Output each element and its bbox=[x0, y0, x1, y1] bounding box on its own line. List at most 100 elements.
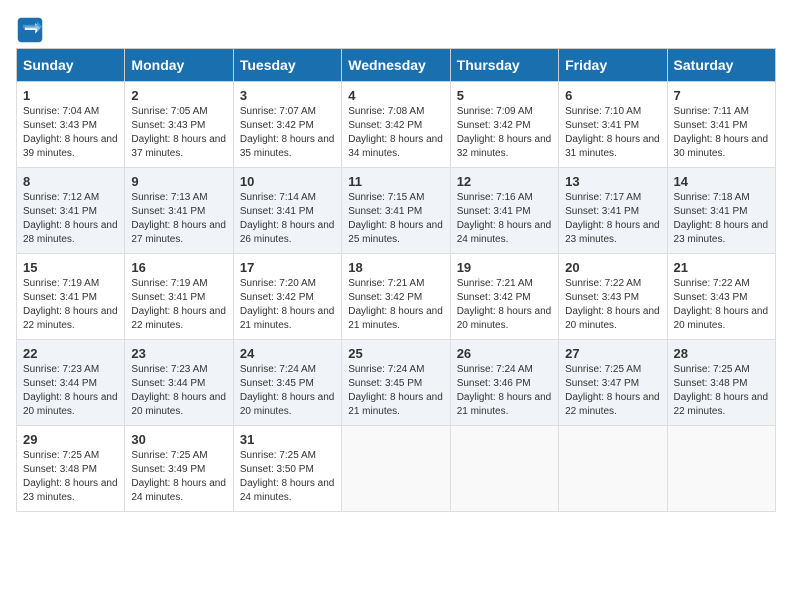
day-info: Sunrise: 7:25 AMSunset: 3:48 PMDaylight:… bbox=[674, 363, 769, 419]
day-number: 31 bbox=[240, 432, 335, 447]
calendar-cell: 21 Sunrise: 7:22 AMSunset: 3:43 PMDayligh… bbox=[667, 254, 775, 340]
day-info: Sunrise: 7:25 AMSunset: 3:47 PMDaylight:… bbox=[565, 363, 660, 419]
header-friday: Friday bbox=[559, 49, 667, 82]
day-number: 23 bbox=[131, 346, 226, 361]
header-wednesday: Wednesday bbox=[342, 49, 450, 82]
day-number: 16 bbox=[131, 260, 226, 275]
day-number: 20 bbox=[565, 260, 660, 275]
calendar-cell: 19Sunrise: 7:21 AMSunset: 3:42 PMDayligh… bbox=[450, 254, 558, 340]
day-info: Sunrise: 7:12 AMSunset: 3:41 PMDaylight:… bbox=[23, 191, 118, 247]
calendar-week-row: 1Sunrise: 7:04 AMSunset: 3:43 PMDaylight… bbox=[17, 82, 776, 168]
calendar-cell: 27 Sunrise: 7:25 AMSunset: 3:47 PMDayligh… bbox=[559, 340, 667, 426]
day-info: Sunrise: 7:14 AMSunset: 3:41 PMDaylight:… bbox=[240, 191, 335, 247]
day-info: Sunrise: 7:22 AMSunset: 3:43 PMDaylight:… bbox=[674, 277, 769, 333]
day-number: 29 bbox=[23, 432, 118, 447]
day-info: Sunrise: 7:21 AMSunset: 3:42 PMDaylight:… bbox=[457, 277, 552, 333]
calendar-cell bbox=[342, 426, 450, 512]
day-info: Sunrise: 7:11 AMSunset: 3:41 PMDaylight:… bbox=[674, 105, 769, 161]
day-info: Sunrise: 7:25 AMSunset: 3:48 PMDaylight:… bbox=[23, 449, 118, 505]
day-info: Sunrise: 7:17 AMSunset: 3:41 PMDaylight:… bbox=[565, 191, 660, 247]
day-number: 17 bbox=[240, 260, 335, 275]
day-info: Sunrise: 7:24 AMSunset: 3:45 PMDaylight:… bbox=[240, 363, 335, 419]
day-number: 22 bbox=[23, 346, 118, 361]
calendar-cell: 20 Sunrise: 7:22 AMSunset: 3:43 PMDayligh… bbox=[559, 254, 667, 340]
day-number: 5 bbox=[457, 88, 552, 103]
header-monday: Monday bbox=[125, 49, 233, 82]
calendar-cell: 24 Sunrise: 7:24 AMSunset: 3:45 PMDayligh… bbox=[233, 340, 341, 426]
calendar-table: SundayMondayTuesdayWednesdayThursdayFrid… bbox=[16, 48, 776, 512]
calendar-cell: 10 Sunrise: 7:14 AMSunset: 3:41 PMDayligh… bbox=[233, 168, 341, 254]
day-number: 24 bbox=[240, 346, 335, 361]
calendar-cell: 22 Sunrise: 7:23 AMSunset: 3:44 PMDayligh… bbox=[17, 340, 125, 426]
day-info: Sunrise: 7:18 AMSunset: 3:41 PMDaylight:… bbox=[674, 191, 769, 247]
header-thursday: Thursday bbox=[450, 49, 558, 82]
day-number: 14 bbox=[674, 174, 769, 189]
day-info: Sunrise: 7:23 AMSunset: 3:44 PMDaylight:… bbox=[131, 363, 226, 419]
calendar-cell bbox=[450, 426, 558, 512]
calendar-week-row: 8 Sunrise: 7:12 AMSunset: 3:41 PMDaylight… bbox=[17, 168, 776, 254]
day-number: 27 bbox=[565, 346, 660, 361]
day-info: Sunrise: 7:08 AMSunset: 3:42 PMDaylight:… bbox=[348, 105, 443, 161]
day-info: Sunrise: 7:05 AMSunset: 3:43 PMDaylight:… bbox=[131, 105, 226, 161]
day-info: Sunrise: 7:24 AMSunset: 3:45 PMDaylight:… bbox=[348, 363, 443, 419]
day-number: 18 bbox=[348, 260, 443, 275]
day-number: 11 bbox=[348, 174, 443, 189]
calendar-week-row: 29 Sunrise: 7:25 AMSunset: 3:48 PMDayligh… bbox=[17, 426, 776, 512]
day-info: Sunrise: 7:15 AMSunset: 3:41 PMDaylight:… bbox=[348, 191, 443, 247]
day-info: Sunrise: 7:20 AMSunset: 3:42 PMDaylight:… bbox=[240, 277, 335, 333]
calendar-cell: 18 Sunrise: 7:21 AMSunset: 3:42 PMDayligh… bbox=[342, 254, 450, 340]
calendar-cell bbox=[559, 426, 667, 512]
day-info: Sunrise: 7:21 AMSunset: 3:42 PMDaylight:… bbox=[348, 277, 443, 333]
calendar-cell: 12 Sunrise: 7:16 AMSunset: 3:41 PMDayligh… bbox=[450, 168, 558, 254]
day-number: 12 bbox=[457, 174, 552, 189]
day-number: 7 bbox=[674, 88, 769, 103]
day-info: Sunrise: 7:25 AMSunset: 3:50 PMDaylight:… bbox=[240, 449, 335, 505]
day-number: 6 bbox=[565, 88, 660, 103]
day-number: 30 bbox=[131, 432, 226, 447]
calendar-cell: 16 Sunrise: 7:19 AMSunset: 3:41 PMDayligh… bbox=[125, 254, 233, 340]
calendar-header-row: SundayMondayTuesdayWednesdayThursdayFrid… bbox=[17, 49, 776, 82]
calendar-week-row: 15 Sunrise: 7:19 AMSunset: 3:41 PMDayligh… bbox=[17, 254, 776, 340]
day-info: Sunrise: 7:19 AMSunset: 3:41 PMDaylight:… bbox=[23, 277, 118, 333]
day-info: Sunrise: 7:23 AMSunset: 3:44 PMDaylight:… bbox=[23, 363, 118, 419]
calendar-cell: 8 Sunrise: 7:12 AMSunset: 3:41 PMDaylight… bbox=[17, 168, 125, 254]
calendar-cell: 31 Sunrise: 7:25 AMSunset: 3:50 PMDayligh… bbox=[233, 426, 341, 512]
calendar-cell: 26Sunrise: 7:24 AMSunset: 3:46 PMDayligh… bbox=[450, 340, 558, 426]
page-header bbox=[16, 16, 776, 44]
calendar-week-row: 22 Sunrise: 7:23 AMSunset: 3:44 PMDayligh… bbox=[17, 340, 776, 426]
calendar-cell: 11 Sunrise: 7:15 AMSunset: 3:41 PMDayligh… bbox=[342, 168, 450, 254]
calendar-cell: 25 Sunrise: 7:24 AMSunset: 3:45 PMDayligh… bbox=[342, 340, 450, 426]
day-info: Sunrise: 7:19 AMSunset: 3:41 PMDaylight:… bbox=[131, 277, 226, 333]
day-info: Sunrise: 7:04 AMSunset: 3:43 PMDaylight:… bbox=[23, 105, 118, 161]
calendar-cell: 14 Sunrise: 7:18 AMSunset: 3:41 PMDayligh… bbox=[667, 168, 775, 254]
day-number: 4 bbox=[348, 88, 443, 103]
calendar-cell: 9Sunrise: 7:13 AMSunset: 3:41 PMDaylight… bbox=[125, 168, 233, 254]
day-info: Sunrise: 7:22 AMSunset: 3:43 PMDaylight:… bbox=[565, 277, 660, 333]
day-number: 8 bbox=[23, 174, 118, 189]
calendar-cell: 1Sunrise: 7:04 AMSunset: 3:43 PMDaylight… bbox=[17, 82, 125, 168]
day-info: Sunrise: 7:16 AMSunset: 3:41 PMDaylight:… bbox=[457, 191, 552, 247]
logo bbox=[16, 16, 48, 44]
day-number: 10 bbox=[240, 174, 335, 189]
calendar-cell: 4 Sunrise: 7:08 AMSunset: 3:42 PMDaylight… bbox=[342, 82, 450, 168]
day-info: Sunrise: 7:13 AMSunset: 3:41 PMDaylight:… bbox=[131, 191, 226, 247]
day-number: 2 bbox=[131, 88, 226, 103]
calendar-cell: 6 Sunrise: 7:10 AMSunset: 3:41 PMDaylight… bbox=[559, 82, 667, 168]
day-number: 28 bbox=[674, 346, 769, 361]
calendar-cell: 5Sunrise: 7:09 AMSunset: 3:42 PMDaylight… bbox=[450, 82, 558, 168]
calendar-cell: 30Sunrise: 7:25 AMSunset: 3:49 PMDayligh… bbox=[125, 426, 233, 512]
logo-icon bbox=[16, 16, 44, 44]
calendar-cell: 7 Sunrise: 7:11 AMSunset: 3:41 PMDaylight… bbox=[667, 82, 775, 168]
day-number: 26 bbox=[457, 346, 552, 361]
calendar-cell bbox=[667, 426, 775, 512]
calendar-cell: 23 Sunrise: 7:23 AMSunset: 3:44 PMDayligh… bbox=[125, 340, 233, 426]
day-number: 15 bbox=[23, 260, 118, 275]
day-info: Sunrise: 7:07 AMSunset: 3:42 PMDaylight:… bbox=[240, 105, 335, 161]
day-number: 25 bbox=[348, 346, 443, 361]
day-number: 21 bbox=[674, 260, 769, 275]
calendar-cell: 28 Sunrise: 7:25 AMSunset: 3:48 PMDayligh… bbox=[667, 340, 775, 426]
header-sunday: Sunday bbox=[17, 49, 125, 82]
day-number: 3 bbox=[240, 88, 335, 103]
day-info: Sunrise: 7:10 AMSunset: 3:41 PMDaylight:… bbox=[565, 105, 660, 161]
header-saturday: Saturday bbox=[667, 49, 775, 82]
